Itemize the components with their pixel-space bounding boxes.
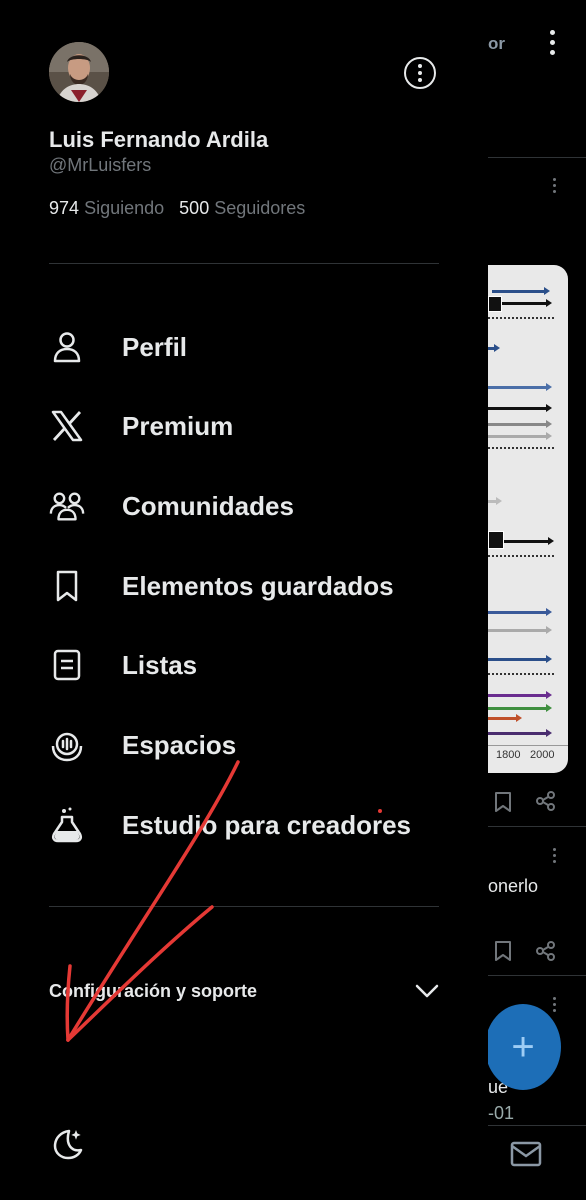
chart-gridline [488,555,554,557]
chart-bar [492,287,550,295]
avatar-photo-icon [49,42,109,102]
chart-bar [488,729,552,737]
chart-axis [488,745,568,746]
communities-icon [49,488,85,524]
menu-item-label: Elementos guardados [122,570,394,601]
account-options-button[interactable] [404,57,436,89]
menu-item-estudio-para-creadores[interactable]: Estudio para creadores [49,801,469,849]
menu-item-espacios[interactable]: Espacios [49,721,469,769]
drawer-divider [49,263,439,264]
drawer-divider [49,906,439,907]
post-more-icon[interactable] [553,848,557,863]
post-more-icon[interactable] [553,997,557,1012]
share-icon[interactable] [535,790,557,812]
post-chart-image[interactable] [488,265,568,773]
menu-item-label: Comunidades [122,490,294,521]
bookmark-icon[interactable] [493,940,513,962]
bottom-nav-divider [488,1125,586,1126]
menu-item-elementos-guardados[interactable]: Elementos guardados [49,562,469,610]
messages-icon[interactable] [510,1141,542,1167]
following-count: 974 [49,198,80,218]
chart-bar [488,691,552,699]
following-link[interactable]: 974 Siguiendo [49,198,169,218]
profile-name[interactable]: Luis Fernando Ardila [49,127,268,153]
menu-item-listas[interactable]: Listas [49,641,469,689]
share-icon[interactable] [535,940,557,962]
followers-link[interactable]: 500 Seguidores [179,198,305,218]
settings-label: Configuración y soporte [49,980,258,1001]
chart-bar [488,626,552,634]
chevron-down-icon [415,984,439,998]
chart-label-box [488,531,504,549]
follow-stats: 974 Siguiendo 500 Seguidores [49,198,305,219]
post-more-icon[interactable] [553,178,557,193]
chart-bar [488,655,552,663]
following-label: Siguiendo [84,198,165,218]
chart-gridline [488,447,554,449]
feed-divider [488,975,586,976]
bookmark-icon [49,568,85,604]
chart-tick-label: 2000 [530,749,555,761]
chart-bar [488,432,552,440]
menu-item-label: Espacios [122,729,237,760]
profile-handle: @MrLuisfers [49,155,152,175]
post-text-partial: onerlo [488,876,539,896]
menu-item-label: Estudio para creadores [122,809,411,840]
menu-item-comunidades[interactable]: Comunidades [49,482,469,530]
chart-bar [488,344,500,352]
followers-label: Seguidores [214,198,306,218]
feed-header-partial-text: or [488,34,505,53]
feed-divider [488,157,586,158]
settings-and-support-toggle[interactable]: Configuración y soporte [49,972,439,1010]
chart-bar [488,383,552,391]
chart-tick-label: 1800 [496,749,521,761]
spaces-icon [49,727,85,763]
avatar[interactable] [49,42,109,102]
flask-icon [49,807,85,843]
chart-bar [488,704,552,712]
followers-count: 500 [179,198,210,218]
feed-divider [488,826,586,827]
menu-item-premium[interactable]: Premium [49,402,469,450]
feed-header-more-icon[interactable] [550,30,555,55]
post-text-partial: -01 [488,1103,515,1123]
bookmark-icon[interactable] [493,791,513,813]
menu-item-perfil[interactable]: Perfil [49,323,469,371]
x-logo-icon [49,408,85,444]
display-mode-moon-icon[interactable] [49,1126,85,1162]
side-drawer: Luis Fernando Ardila @MrLuisfers 974 Sig… [0,0,488,1200]
menu-item-label: Premium [122,410,234,441]
menu-item-label: Listas [122,649,198,680]
chart-gridline [488,673,554,675]
person-icon [49,329,85,365]
compose-plus-icon: + [511,1024,535,1069]
chart-bar [488,497,502,505]
chart-bar [488,608,552,616]
chart-bar [488,714,522,722]
menu-item-label: Perfil [122,331,188,362]
list-icon [49,647,85,683]
chart-bar [488,420,552,428]
chart-label-box [488,296,502,312]
compose-button[interactable]: + [485,1004,561,1090]
chart-gridline [488,317,554,319]
chart-bar [488,404,552,412]
